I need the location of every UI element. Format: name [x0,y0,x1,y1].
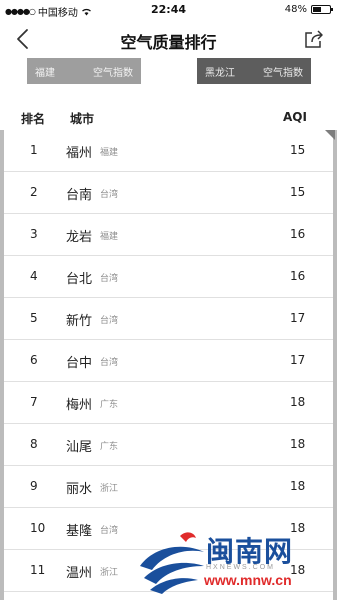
aqi-cell: 18 [290,521,306,535]
table-row[interactable]: 3 龙岩 福建 16 [4,214,333,256]
table-row[interactable]: 4 台北 台湾 16 [4,256,333,298]
city-cell: 福州 [66,146,93,161]
region-tab-fujian[interactable]: 福建 空气指数 [27,58,141,84]
rank-cell: 10 [30,521,46,535]
tab-type-label: 空气指数 [93,67,133,79]
page-title: 空气质量排行 [120,33,217,52]
rank-cell: 5 [30,311,38,325]
tab-region-label: 福建 [35,67,55,79]
province-cell: 台湾 [100,190,119,200]
header-rank: 排名 [21,112,46,126]
header-city: 城市 [70,112,95,126]
city-cell: 台北 [66,272,93,287]
header-aqi: AQI [283,110,307,124]
table-row[interactable]: 11 温州 浙江 18 [4,550,333,592]
aqi-cell: 15 [290,143,306,157]
city-cell: 丽水 [66,482,93,497]
city-cell: 温州 [66,566,93,581]
province-cell: 台湾 [100,526,119,536]
ranking-table: 1 福州 福建 15 2 台南 台湾 15 3 龙岩 福建 16 4 台北 台湾 16 5 新竹 台湾 17 6 台中 台湾… [0,130,337,600]
aqi-cell: 16 [290,269,306,283]
aqi-cell: 15 [290,185,306,199]
province-cell: 广东 [100,442,119,452]
province-cell: 浙江 [100,484,119,494]
rank-cell: 2 [30,185,38,199]
city-cell: 新竹 [66,314,93,329]
battery-icon [311,5,333,14]
share-icon[interactable] [303,28,325,50]
province-cell: 浙江 [100,568,119,578]
rank-cell: 8 [30,437,38,451]
aqi-cell: 18 [290,563,306,577]
rank-cell: 4 [30,269,38,283]
rank-cell: 1 [30,143,38,157]
right-scroll-indicator [333,130,337,600]
rank-cell: 3 [30,227,38,241]
city-cell: 龙岩 [66,230,93,245]
tab-region-label: 黑龙江 [205,67,235,79]
status-right: 48% [284,4,333,15]
region-tab-heilongjiang[interactable]: 黑龙江 空气指数 [197,58,311,84]
aqi-cell: 17 [290,311,306,325]
rank-cell: 9 [30,479,38,493]
province-cell: 台湾 [100,274,119,284]
province-cell: 福建 [100,232,119,242]
aqi-cell: 17 [290,353,306,367]
rank-cell: 6 [30,353,38,367]
table-row[interactable]: 8 汕尾 广东 18 [4,424,333,466]
city-cell: 基隆 [66,524,93,539]
battery-fill [313,7,321,12]
battery-percentage: 48% [284,4,307,15]
rank-cell: 11 [30,563,46,577]
city-cell: 台南 [66,188,93,203]
aqi-cell: 18 [290,437,306,451]
city-cell: 汕尾 [66,440,93,455]
city-cell: 台中 [66,356,93,371]
province-cell: 福建 [100,148,119,158]
table-header: 排名 城市 AQI [0,108,337,128]
aqi-cell: 18 [290,479,306,493]
table-row[interactable]: 5 新竹 台湾 17 [4,298,333,340]
aqi-cell: 16 [290,227,306,241]
city-cell: 梅州 [66,398,93,413]
table-row[interactable]: 10 基隆 台湾 18 [4,508,333,550]
rank-cell: 7 [30,395,38,409]
status-bar: ●●●●○ 中国移动 22:44 48% [0,0,337,20]
table-row[interactable]: 1 福州 福建 15 [4,130,333,172]
nav-bar: 空气质量排行 [0,20,337,58]
province-cell: 广东 [100,400,119,410]
province-cell: 台湾 [100,316,119,326]
aqi-cell: 18 [290,395,306,409]
province-cell: 台湾 [100,358,119,368]
tab-type-label: 空气指数 [263,67,303,79]
table-row[interactable]: 7 梅州 广东 18 [4,382,333,424]
table-row[interactable]: 9 丽水 浙江 18 [4,466,333,508]
table-row[interactable]: 6 台中 台湾 17 [4,340,333,382]
table-row[interactable]: 2 台南 台湾 15 [4,172,333,214]
